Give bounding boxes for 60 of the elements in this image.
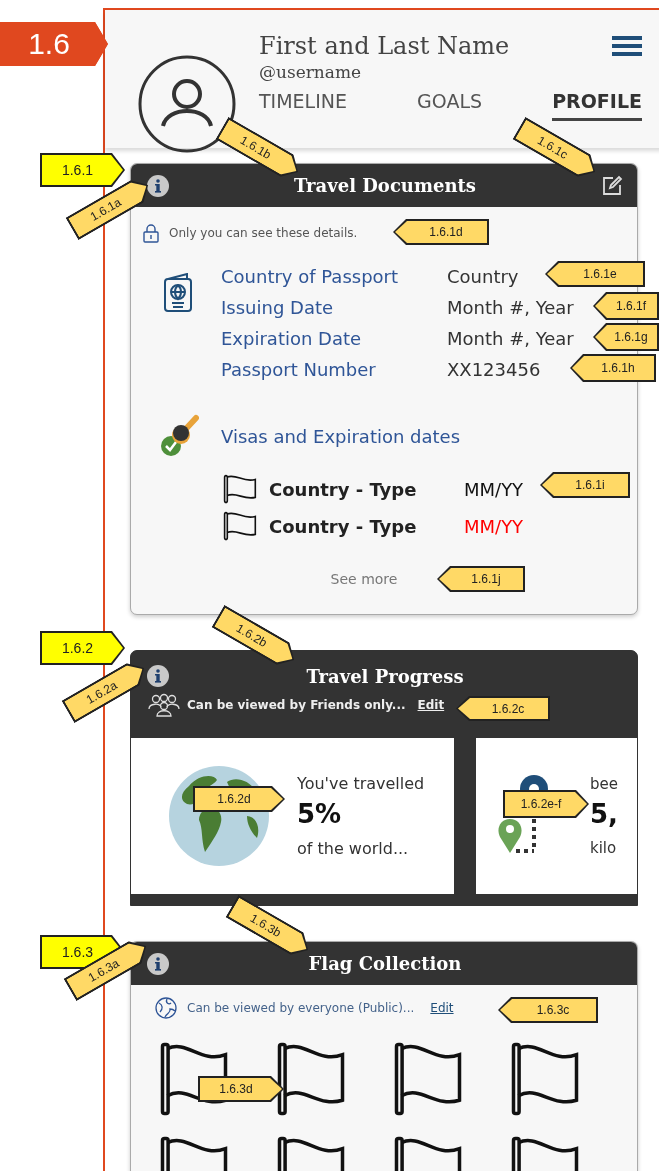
stamp-icon (159, 414, 199, 458)
callout-label: 1.6.1j (437, 566, 525, 592)
callout-label: 1.6.2d (193, 786, 285, 812)
field-value: Country (447, 265, 520, 289)
flag-icon (276, 1041, 346, 1117)
see-more-link[interactable]: See more (330, 571, 398, 587)
privacy-note: Can be viewed by everyone (Public)... (187, 1001, 415, 1015)
field-value: Month #, Year (447, 296, 574, 320)
field-label: Issuing Date (221, 296, 335, 320)
info-icon[interactable] (147, 665, 169, 687)
info-icon[interactable] (147, 174, 169, 197)
callout-label: 1.6.1 (40, 153, 125, 187)
edit-link[interactable]: Edit (417, 698, 445, 712)
field-label: Passport Number (221, 358, 377, 382)
callout-label: 1.6.1e (545, 261, 645, 287)
flag-icon (510, 1041, 580, 1117)
info-icon[interactable] (147, 952, 169, 975)
passport-icon (163, 273, 193, 313)
avatar-icon (137, 54, 237, 154)
visa-expiry-date: MM/YY (464, 515, 524, 537)
stat-value: 5% (297, 799, 343, 829)
globe-icon (155, 997, 177, 1019)
field-value: XX123456 (447, 358, 542, 382)
callout-label: 1.6.1d (393, 219, 489, 245)
callout-label: 1.6.3d (198, 1076, 284, 1102)
edit-icon[interactable] (601, 174, 623, 197)
stat-value: 5, (590, 799, 618, 829)
callout-label: 1.6.2e-f (503, 790, 589, 818)
callout-label: 1.6.1h (570, 354, 656, 382)
visa-name: Country - Type (269, 478, 418, 500)
username: @username (259, 62, 363, 82)
privacy-note: Can be viewed by Friends only... (187, 698, 406, 712)
flag-icon (393, 1041, 463, 1117)
tab[interactable]: GOALS (417, 90, 483, 121)
stat-caption: of the world... (297, 839, 410, 858)
menu-icon[interactable] (612, 35, 642, 57)
visas-heading: Visas and Expiration dates (221, 425, 461, 447)
tab[interactable]: PROFILE (552, 90, 642, 121)
flag-icon (223, 511, 257, 541)
user-name: First and Last Name (259, 32, 510, 60)
callout-label: 1.6.1f (593, 292, 659, 320)
visa-name: Country - Type (269, 515, 418, 537)
stat-caption: bee (590, 775, 618, 793)
field-label: Expiration Date (221, 327, 363, 351)
callout-label: 1.6.2 (40, 631, 125, 665)
callout-label: 1.6.1g (593, 323, 659, 351)
stat-caption: kilo (590, 839, 618, 857)
edit-link[interactable]: Edit (430, 1001, 454, 1015)
callout-label: 1.6.3c (498, 997, 598, 1023)
callout-label: 1.6.2c (456, 696, 550, 721)
visa-expiry-date: MM/YY (464, 478, 524, 500)
lock-icon (143, 223, 159, 243)
people-icon (147, 693, 181, 717)
stat-caption: You've travelled (297, 774, 425, 793)
privacy-note: Only you can see these details. (169, 226, 358, 240)
callout-label: 1.6.1i (540, 472, 630, 498)
flag-icon (223, 474, 257, 504)
card-title: Travel Progress (306, 665, 464, 687)
field-label: Country of Passport (221, 265, 400, 289)
field-value: Month #, Year (447, 327, 574, 351)
